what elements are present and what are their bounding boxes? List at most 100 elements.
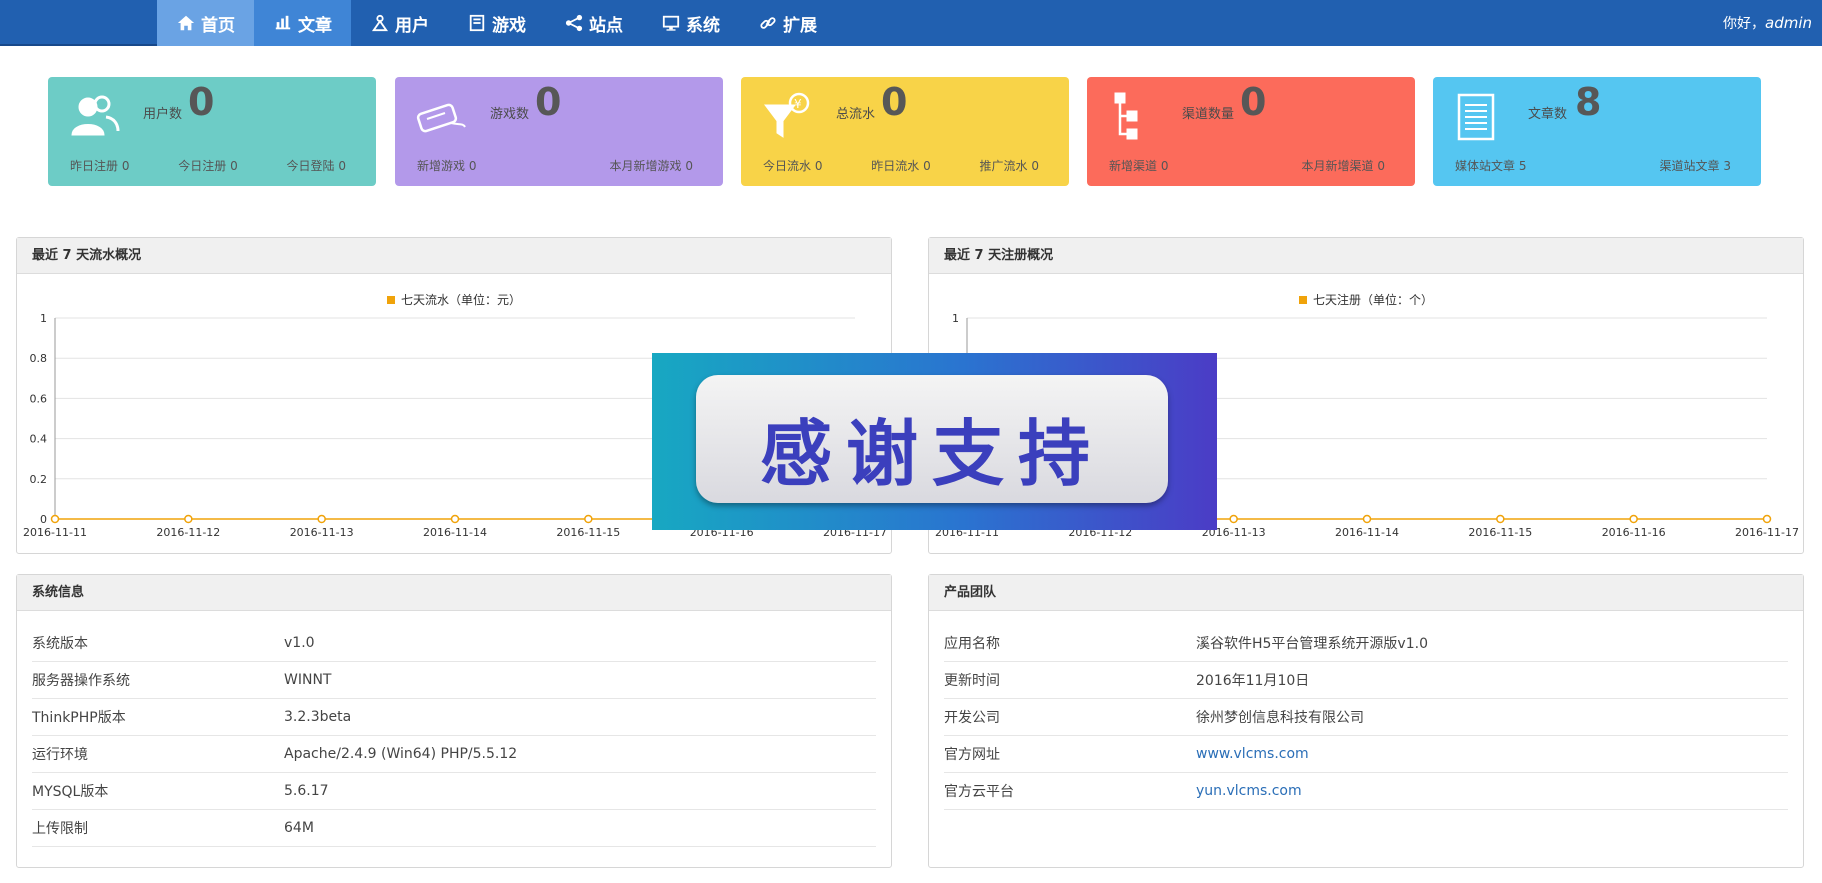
- card-count: 0: [1240, 80, 1267, 124]
- x-tick-label: 2016-11-15: [556, 526, 620, 539]
- banner-text: 感谢支持: [759, 412, 1104, 496]
- card-subs: 新增渠道 0 本月新增渠道 0: [1087, 157, 1415, 174]
- y-tick-label: 0.2: [30, 473, 48, 486]
- user-greeting[interactable]: 你好，admin: [1723, 13, 1812, 33]
- username: admin: [1765, 14, 1812, 32]
- x-tick-label: 2016-11-16: [1602, 526, 1666, 539]
- card-count: 8: [1575, 80, 1602, 124]
- info-row: 应用名称 溪谷软件H5平台管理系统开源版v1.0: [944, 625, 1788, 662]
- team-info-panel: 产品团队 应用名称 溪谷软件H5平台管理系统开源版v1.0 更新时间 2016年11月…: [928, 574, 1804, 868]
- stat-card-revenue[interactable]: ¥ 总流水 0 今日流水 0 昨日流水 0 推广流水 0: [741, 77, 1069, 186]
- card-subs: 昨日注册 0 今日注册 0 今日登陆 0: [48, 157, 376, 174]
- nav-item-article[interactable]: 文章: [254, 0, 351, 46]
- nav-label: 游戏: [492, 15, 526, 36]
- info-value: 3.2.3beta: [284, 709, 352, 725]
- info-value: 64M: [284, 820, 314, 836]
- info-row: 官方云平台 yun.vlcms.com: [944, 773, 1788, 810]
- nav-item-site[interactable]: 站点: [545, 0, 642, 46]
- greeting-text: 你好，: [1723, 16, 1765, 32]
- card-count: 0: [535, 80, 562, 124]
- panel-title: 产品团队: [929, 575, 1803, 611]
- info-value: 溪谷软件H5平台管理系统开源版v1.0: [1196, 636, 1428, 652]
- info-key: MYSQL版本: [32, 784, 109, 800]
- x-tick-label: 2016-11-13: [290, 526, 354, 539]
- x-tick-label: 2016-11-14: [1335, 526, 1399, 539]
- info-row: 上传限制 64M: [32, 810, 876, 847]
- panel-title: 最近 7 天注册概况: [929, 238, 1803, 274]
- info-key: 应用名称: [944, 636, 1000, 652]
- card-title: 游戏数: [490, 107, 530, 122]
- panel-title: 最近 7 天流水概况: [17, 238, 891, 274]
- card-sub: 渠道站文章 3: [1659, 159, 1731, 173]
- document-icon: [1453, 91, 1505, 143]
- stat-card-users[interactable]: 用户数 0 昨日注册 0 今日注册 0 今日登陆 0: [48, 77, 376, 186]
- data-point: [1496, 514, 1505, 524]
- info-link[interactable]: www.vlcms.com: [1196, 746, 1309, 762]
- gamepad-icon: [415, 91, 467, 143]
- data-point: [1629, 514, 1638, 524]
- main-nav: 首页 文章 用户 游戏 站点 系统 扩展: [157, 0, 836, 46]
- data-point: [584, 514, 593, 524]
- y-tick-label: 1: [952, 312, 959, 325]
- data-point: [184, 514, 193, 524]
- card-sub: 新增游戏 0: [417, 159, 477, 173]
- x-tick-label: 2016-11-14: [423, 526, 487, 539]
- card-subs: 今日流水 0 昨日流水 0 推广流水 0: [741, 157, 1069, 174]
- funnel-icon: ¥: [761, 91, 813, 143]
- info-row: 服务器操作系统 WINNT: [32, 662, 876, 699]
- system-info-list: 系统版本 v1.0 服务器操作系统 WINNT ThinkPHP版本 3.2.3beta 运…: [17, 611, 891, 847]
- system-info-panel: 系统信息 系统版本 v1.0 服务器操作系统 WINNT ThinkPHP版本 3.2.3…: [16, 574, 892, 868]
- nav-label: 文章: [298, 15, 332, 36]
- banner-plate: 感谢支持: [696, 375, 1168, 503]
- nav-label: 扩展: [783, 15, 817, 36]
- info-row: 官方网址 www.vlcms.com: [944, 736, 1788, 773]
- stat-card-channels[interactable]: 渠道数量 0 新增渠道 0 本月新增渠道 0: [1087, 77, 1415, 186]
- y-tick-label: 1: [40, 312, 47, 325]
- info-row: 运行环境 Apache/2.4.9 (Win64) PHP/5.5.12: [32, 736, 876, 773]
- card-sub: 本月新增游戏 0: [609, 159, 693, 173]
- info-key: 官方网址: [944, 747, 1000, 763]
- nav-item-game[interactable]: 游戏: [448, 0, 545, 46]
- user-icon: [371, 14, 389, 32]
- card-title: 文章数: [1528, 107, 1568, 122]
- card-title: 渠道数量: [1182, 107, 1235, 122]
- info-row: 系统版本 v1.0: [32, 625, 876, 662]
- info-value: 徐州梦创信息科技有限公司: [1196, 710, 1364, 726]
- bar-chart-icon: [275, 15, 291, 30]
- nav-item-user[interactable]: 用户: [351, 0, 448, 46]
- x-tick-label: 2016-11-12: [156, 526, 220, 539]
- info-value: www.vlcms.com: [1196, 746, 1309, 762]
- y-tick-label: 0: [40, 513, 47, 526]
- info-value: Apache/2.4.9 (Win64) PHP/5.5.12: [284, 746, 518, 762]
- card-sub: 本月新增渠道 0: [1301, 159, 1385, 173]
- nav-label: 用户: [395, 15, 429, 36]
- x-tick-label: 2016-11-11: [23, 526, 87, 539]
- info-key: ThinkPHP版本: [32, 710, 126, 726]
- info-key: 运行环境: [32, 747, 88, 763]
- nav-item-system[interactable]: 系统: [642, 0, 739, 46]
- nav-label: 首页: [201, 15, 235, 36]
- x-tick-label: 2016-11-17: [1735, 526, 1799, 539]
- info-row: ThinkPHP版本 3.2.3beta: [32, 699, 876, 736]
- stat-card-games[interactable]: 游戏数 0 新增游戏 0 本月新增游戏 0: [395, 77, 723, 186]
- nav-item-extend[interactable]: 扩展: [739, 0, 836, 46]
- card-sub: 昨日流水 0: [871, 159, 931, 173]
- thanks-banner: 感谢支持: [652, 353, 1217, 530]
- nav-item-home[interactable]: 首页: [157, 0, 254, 46]
- x-tick-label: 2016-11-15: [1468, 526, 1532, 539]
- top-navbar: 首页 文章 用户 游戏 站点 系统 扩展 你好，admin: [0, 0, 1822, 46]
- info-key: 系统版本: [32, 636, 88, 652]
- card-sub: 昨日注册 0: [70, 159, 130, 173]
- info-row: 开发公司 徐州梦创信息科技有限公司: [944, 699, 1788, 736]
- card-subs: 媒体站文章 5 渠道站文章 3: [1433, 157, 1761, 174]
- svg-text:¥: ¥: [794, 97, 802, 111]
- stat-card-articles[interactable]: 文章数 8 媒体站文章 5 渠道站文章 3: [1433, 77, 1761, 186]
- card-title: 总流水: [836, 107, 876, 122]
- info-value: v1.0: [284, 635, 315, 651]
- card-count: 0: [188, 80, 215, 124]
- info-link[interactable]: yun.vlcms.com: [1196, 783, 1302, 799]
- link-icon: [760, 17, 776, 29]
- info-value: 2016年11月10日: [1196, 673, 1310, 689]
- card-sub: 今日登陆 0: [286, 159, 346, 173]
- info-row: MYSQL版本 5.6.17: [32, 773, 876, 810]
